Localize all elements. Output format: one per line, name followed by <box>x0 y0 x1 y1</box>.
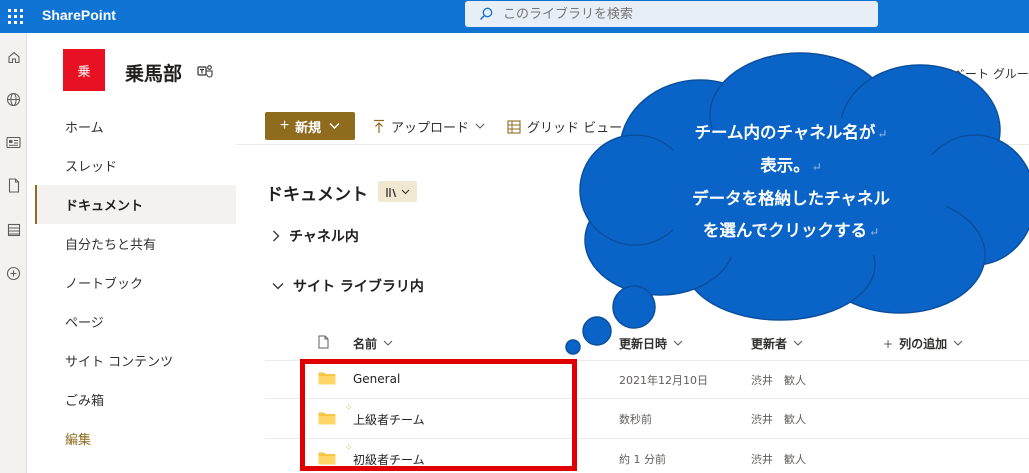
nav-item-home[interactable]: ホーム <box>35 107 236 146</box>
nav-edit-link[interactable]: 編集 <box>35 419 236 458</box>
library-title: ドキュメント <box>266 185 368 205</box>
search-box[interactable] <box>465 1 878 27</box>
modified-by-cell[interactable]: 渋井 歓人 <box>751 451 806 467</box>
plus-icon: + <box>883 336 894 351</box>
callout-line: 表示。 ↵ <box>760 156 822 175</box>
sharepoint-brand[interactable]: SharePoint <box>42 7 116 23</box>
chevron-down-icon <box>475 123 485 129</box>
view-switcher-button[interactable] <box>378 181 417 202</box>
group-privacy-label: プライベート グルー <box>917 67 1029 81</box>
nav-item-recycle-bin[interactable]: ごみ箱 <box>35 380 236 419</box>
folder-icon <box>318 412 336 425</box>
column-header-name[interactable]: 名前 <box>353 335 393 352</box>
column-header-modified[interactable]: 更新日時 <box>619 335 683 352</box>
chevron-down-icon <box>329 123 340 129</box>
file-name-link[interactable]: 上級者チーム <box>353 411 425 428</box>
nav-item-documents[interactable]: ドキュメント <box>35 185 236 224</box>
upload-button[interactable]: アップロード <box>373 117 485 136</box>
paragraph-mark-icon: ↵ <box>869 225 880 239</box>
group-header-label: チャネル内 <box>289 229 359 245</box>
modified-by-cell[interactable]: 渋井 歓人 <box>751 411 806 427</box>
paragraph-mark-icon: ↵ <box>877 127 888 141</box>
callout-line: を選んでクリックする ↵ <box>702 221 880 240</box>
upload-label: アップロード <box>391 121 470 136</box>
new-button[interactable]: + 新規 <box>265 112 355 140</box>
library-icon <box>386 187 397 197</box>
file-name-link[interactable]: General <box>353 372 400 386</box>
upload-arrow-icon <box>374 119 384 133</box>
app-launcher-button[interactable] <box>0 0 30 33</box>
chevron-down-icon <box>673 340 683 346</box>
divider <box>265 438 1029 439</box>
site-navigation: ホーム スレッド ドキュメント 自分たちと共有 ノートブック ページ サイト コ… <box>35 107 236 458</box>
list-icon[interactable] <box>5 221 22 238</box>
group-header-site-library[interactable]: サイト ライブラリ内 <box>272 276 424 296</box>
column-label: 名前 <box>353 337 378 351</box>
callout-line: データを格納したチャネル <box>692 189 890 208</box>
callout-text: チーム内のチャネル名が ↵ 表示。 ↵ データを格納したチャネル を選んでクリックす… <box>640 117 942 248</box>
column-label: 更新日時 <box>619 337 668 351</box>
chevron-down-icon <box>272 283 284 290</box>
site-title[interactable]: 乗馬部 <box>125 59 182 86</box>
grid-icon <box>507 119 521 134</box>
chevron-down-icon <box>401 189 410 194</box>
grid-view-button[interactable]: グリッド ビュー <box>507 117 622 136</box>
file-name-link[interactable]: 初級者チーム <box>353 451 425 468</box>
home-icon[interactable] <box>5 48 22 65</box>
chevron-down-icon <box>793 340 803 346</box>
callout-line: チーム内のチャネル名が ↵ <box>694 123 888 142</box>
folder-icon <box>318 372 336 385</box>
grid-view-label: グリッド ビュー <box>527 121 623 136</box>
folder-icon <box>318 452 336 465</box>
chevron-right-icon <box>273 230 280 242</box>
modified-cell: 数秒前 <box>619 413 652 426</box>
app-bar <box>0 33 27 473</box>
highlight-frame <box>300 359 577 471</box>
divider <box>265 398 1029 399</box>
modified-cell: 約 1 分前 <box>619 453 666 466</box>
waffle-icon <box>7 9 23 24</box>
globe-icon[interactable] <box>5 91 22 108</box>
group-header-channel[interactable]: チャネル内 <box>272 226 359 246</box>
suite-bar: SharePoint <box>0 0 1029 33</box>
paragraph-mark-icon: ↵ <box>811 160 822 174</box>
group-header-label: サイト ライブラリ内 <box>293 279 424 295</box>
site-logo[interactable]: 乗 <box>63 49 105 91</box>
chevron-down-icon <box>383 340 393 346</box>
teams-icon[interactable] <box>197 64 213 78</box>
new-button-label: 新規 <box>295 119 322 135</box>
file-type-icon[interactable] <box>318 335 329 349</box>
nav-item-notebook[interactable]: ノートブック <box>35 263 236 302</box>
column-label: 列の追加 <box>899 337 948 351</box>
file-icon[interactable] <box>5 177 22 194</box>
add-column-button[interactable]: + 列の追加 <box>883 335 963 352</box>
new-item-icon: ⁘ <box>345 403 353 413</box>
modified-by-cell[interactable]: 渋井 歓人 <box>751 372 806 388</box>
column-label: 更新者 <box>751 337 788 351</box>
column-header-modified-by[interactable]: 更新者 <box>751 335 803 352</box>
nav-item-site-contents[interactable]: サイト コンテンツ <box>35 341 236 380</box>
nav-item-shared-with-us[interactable]: 自分たちと共有 <box>35 224 236 263</box>
new-item-icon: ⁘ <box>345 443 353 453</box>
search-input[interactable] <box>503 6 863 22</box>
news-icon[interactable] <box>5 134 22 151</box>
nav-item-threads[interactable]: スレッド <box>35 146 236 185</box>
chevron-down-icon <box>953 340 963 346</box>
search-icon <box>480 7 493 20</box>
modified-cell: 2021年12月10日 <box>619 374 708 387</box>
plus-icon: + <box>279 117 290 134</box>
nav-item-pages[interactable]: ページ <box>35 302 236 341</box>
create-icon[interactable] <box>5 265 22 282</box>
divider <box>265 360 1029 361</box>
